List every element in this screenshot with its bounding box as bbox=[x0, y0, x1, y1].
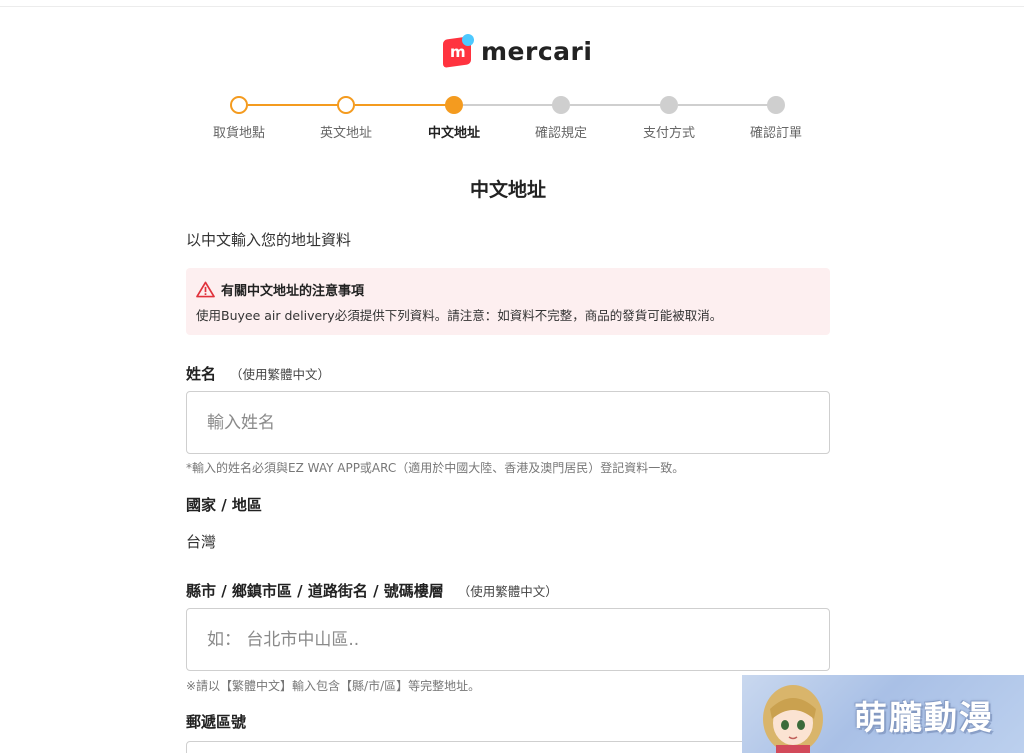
address-label: 縣市 / 鄉鎮市區 / 道路街名 / 號碼樓層 （使用繁體中文） bbox=[186, 582, 558, 600]
top-divider bbox=[0, 6, 1024, 7]
name-note: *輸入的姓名必須與EZ WAY APP或ARC（適用於中國大陸、香港及澳門居民）… bbox=[186, 461, 685, 475]
checkout-stepper: 取貨地點 英文地址 中文地址 確認規定 支付方式 確認訂單 bbox=[186, 93, 830, 143]
name-label: 姓名 （使用繁體中文） bbox=[186, 365, 331, 383]
mercari-logo-mark: m bbox=[443, 34, 475, 68]
step-6-dot bbox=[767, 96, 785, 114]
name-hint: （使用繁體中文） bbox=[230, 367, 331, 382]
mercari-logo[interactable]: m mercari bbox=[443, 33, 592, 69]
anime-girl-icon bbox=[763, 685, 823, 753]
postal-code-label: 郵遞區號 bbox=[186, 713, 247, 731]
address-hint: （使用繁體中文） bbox=[457, 584, 558, 599]
intro-text: 以中文輸入您的地址資料 bbox=[186, 231, 352, 249]
step-2-dot bbox=[337, 96, 355, 114]
stepper-connector-3 bbox=[463, 104, 562, 106]
postal-code-field[interactable] bbox=[186, 741, 830, 753]
step-5-label: 支付方式 bbox=[642, 126, 695, 141]
step-1-dot bbox=[230, 96, 248, 114]
address-field[interactable] bbox=[186, 608, 830, 671]
step-1-label: 取貨地點 bbox=[212, 126, 265, 141]
country-label: 國家 / 地區 bbox=[186, 496, 262, 514]
address-input[interactable] bbox=[187, 609, 829, 670]
notice-heading: 有關中文地址的注意事項 bbox=[221, 284, 365, 299]
step-2-label: 英文地址 bbox=[319, 126, 372, 141]
step-3-label: 中文地址 bbox=[427, 126, 480, 141]
name-input[interactable] bbox=[187, 392, 829, 453]
step-5-dot bbox=[660, 96, 678, 114]
stepper-connector-1 bbox=[248, 104, 346, 106]
stepper-connector-4 bbox=[570, 104, 670, 106]
step-4-dot bbox=[552, 96, 570, 114]
mercari-wordmark: mercari bbox=[481, 36, 593, 66]
warning-triangle-icon bbox=[196, 281, 215, 298]
step-6-label: 確認訂單 bbox=[749, 126, 802, 141]
stepper-connector-2 bbox=[355, 104, 455, 106]
address-notice-box: 有關中文地址的注意事項 使用Buyee air delivery必須提供下列資料… bbox=[186, 268, 830, 335]
notice-body: 使用Buyee air delivery必須提供下列資料。請注意：如資料不完整，… bbox=[196, 308, 723, 323]
step-3-dot bbox=[445, 96, 463, 114]
page-title: 中文地址 bbox=[469, 179, 546, 201]
watermark-text: 萌朧動漫 bbox=[854, 698, 994, 737]
address-note: ※請以【繁體中文】輸入包含【縣/市/區】等完整地址。 bbox=[186, 679, 481, 693]
site-watermark: 萌朧動漫 bbox=[742, 675, 1024, 753]
postal-code-input[interactable] bbox=[187, 742, 829, 753]
step-4-label: 確認規定 bbox=[534, 126, 587, 141]
stepper-connector-5 bbox=[678, 104, 777, 106]
name-field[interactable] bbox=[186, 391, 830, 454]
country-value: 台灣 bbox=[186, 533, 217, 551]
